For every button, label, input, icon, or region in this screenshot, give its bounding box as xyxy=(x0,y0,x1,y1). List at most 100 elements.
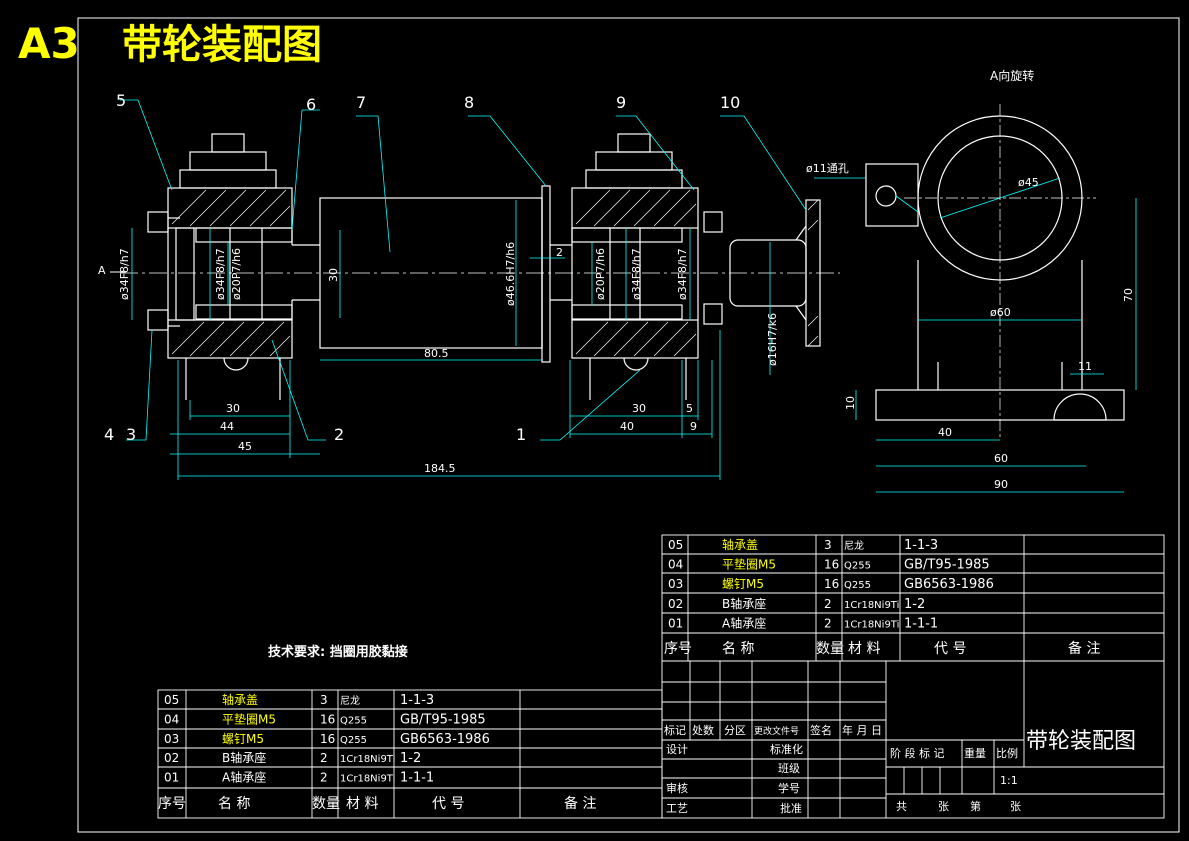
bom-table-left: 05 轴承盖 3 尼龙 1-1-3 04 平垫圈M5 16 Q255 GB/T95-1985 03 螺… xyxy=(157,689,663,819)
balloon-10: 10 xyxy=(720,93,740,112)
balloon-3: 3 xyxy=(126,425,136,444)
balloon-4: 4 xyxy=(104,425,114,444)
bom-l-header-note: 备 注 xyxy=(564,795,596,812)
bom-r-header-name: 名 称 xyxy=(722,641,754,657)
drawing-sheet: A3 带轮装配图 A向旋转 A 1 2 3 4 5 6 7 8 9 10 ø34… xyxy=(18,17,1180,833)
tb-process: 工艺 xyxy=(666,802,688,815)
bom-table-right: 05 轴承盖 3 尼龙 1-1-3 04 平垫圈M5 16 Q255 GB/T95-1985 03 螺… xyxy=(661,534,1165,662)
tb-count: 处数 xyxy=(692,724,714,737)
tb-approve: 批准 xyxy=(780,801,802,815)
tb-drawing-name: 带轮装配图 xyxy=(1026,729,1136,754)
dim-80-5: 80.5 xyxy=(424,347,449,360)
dim-184-5: 184.5 xyxy=(424,462,456,475)
dim-45: 45 xyxy=(238,440,252,453)
bom-l-row-3-qty: 2 xyxy=(320,751,328,765)
dim-40-right: 40 xyxy=(620,420,634,433)
dim-d20p7-right: ø20P7/h6 xyxy=(594,248,607,300)
bom-l-row-3-code: 1-2 xyxy=(400,751,421,766)
tb-standard: 标准化 xyxy=(770,742,803,756)
tb-class: 班级 xyxy=(778,762,800,775)
bom-r-row-4-qty: 2 xyxy=(824,616,832,630)
tb-sign: 签名 xyxy=(810,723,832,737)
tb-weight: 重量 xyxy=(964,746,986,760)
balloon-9: 9 xyxy=(616,93,626,112)
bom-r-row-3-no: 02 xyxy=(668,597,683,611)
bom-l-row-1-material: Q255 xyxy=(340,715,367,726)
dim-44: 44 xyxy=(220,420,234,433)
bom-l-header-name: 名 称 xyxy=(218,796,250,812)
bom-r-row-1-no: 04 xyxy=(668,558,683,572)
sheet-title: 带轮装配图 xyxy=(122,22,322,68)
tech-requirement: 技术要求: 挡圈用胶黏接 xyxy=(268,644,408,660)
bom-l-row-2-no: 03 xyxy=(164,732,179,746)
bom-r-row-4-name: A轴承座 xyxy=(722,615,766,630)
tb-ratio-value: 1:1 xyxy=(1000,774,1018,787)
side-view-dims xyxy=(814,177,1137,493)
dim-d60: ø60 xyxy=(990,306,1011,319)
bom-r-header-material: 材 料 xyxy=(848,641,880,657)
dim-60-side: 60 xyxy=(994,452,1008,465)
tb-ratio: 比例 xyxy=(996,746,1018,760)
bom-l-row-4-code: 1-1-1 xyxy=(400,771,434,786)
dim-d34f8-outer: ø34F8/h7 xyxy=(676,248,689,300)
dim-30-left: 30 xyxy=(226,402,240,415)
bom-l-header-qty: 数量 xyxy=(312,796,340,812)
bom-r-row-3-code: 1-2 xyxy=(904,597,925,612)
balloon-6: 6 xyxy=(306,95,316,114)
bom-r-row-4-no: 01 xyxy=(668,616,683,630)
tb-stage-label: 阶 段 标 记 xyxy=(890,746,945,760)
bom-r-header-note: 备 注 xyxy=(1068,640,1100,657)
tb-design: 设计 xyxy=(666,743,688,756)
dim-9: 9 xyxy=(690,420,697,433)
bom-l-row-4-material: 1Cr18Ni9Ti xyxy=(340,774,395,785)
dim-30-right: 30 xyxy=(632,402,646,415)
bom-l-row-2-qty: 16 xyxy=(320,732,335,746)
bom-l-row-2-code: GB6563-1986 xyxy=(400,732,490,747)
sheet-size-label: A3 xyxy=(18,19,80,68)
balloon-7: 7 xyxy=(356,93,366,112)
bom-l-row-3-name: B轴承座 xyxy=(222,750,266,765)
dim-30-shaft: 30 xyxy=(327,268,340,282)
tb-total-sheets: 共 xyxy=(896,800,907,813)
bom-r-row-2-code: GB6563-1986 xyxy=(904,577,994,592)
dim-d466: ø46.6H7/h6 xyxy=(504,242,517,306)
dim-d34f8-left: ø34F8/h7 xyxy=(118,248,131,300)
bom-r-row-3-material: 1Cr18Ni9Ti xyxy=(844,600,899,611)
dim-hole11: ø11通孔 xyxy=(806,162,849,175)
dim-10: 10 xyxy=(844,396,857,410)
bom-l-header-code: 代 号 xyxy=(432,796,464,812)
bom-l-row-4-qty: 2 xyxy=(320,771,328,785)
bom-r-header-code: 代 号 xyxy=(934,641,966,657)
dim-5: 5 xyxy=(686,402,693,415)
dim-70: 70 xyxy=(1122,288,1135,302)
dim-40-side: 40 xyxy=(938,426,952,439)
bom-l-row-3-material: 1Cr18Ni9Ti xyxy=(340,754,395,765)
dim-d34f8-inner: ø34F8/h7 xyxy=(214,248,227,300)
bom-l-row-1-name: 平垫圈M5 xyxy=(222,711,276,726)
bom-r-header-qty: 数量 xyxy=(816,641,844,657)
bom-r-row-0-qty: 3 xyxy=(824,538,832,552)
bom-r-header-no: 序号 xyxy=(664,641,692,657)
dim-d34f8-right: ø34F8/h7 xyxy=(630,248,643,300)
bom-r-row-2-material: Q255 xyxy=(844,580,871,591)
tb-mark: 标记 xyxy=(664,723,686,737)
view-label: A向旋转 xyxy=(990,68,1034,83)
bom-l-row-4-name: A轴承座 xyxy=(222,770,266,785)
bom-l-row-3-no: 02 xyxy=(164,751,179,765)
bom-r-row-1-name: 平垫圈M5 xyxy=(722,557,776,572)
balloon-2: 2 xyxy=(334,425,344,444)
balloon-8: 8 xyxy=(464,93,474,112)
tb-sheets-unit-1: 张 xyxy=(938,800,949,813)
bom-l-row-2-name: 螺钉M5 xyxy=(222,732,264,746)
bom-r-row-2-qty: 16 xyxy=(824,577,839,591)
bom-r-row-2-no: 03 xyxy=(668,577,683,591)
bom-r-row-1-material: Q255 xyxy=(844,561,871,572)
bom-l-row-0-code: 1-1-3 xyxy=(400,693,434,708)
bom-l-row-4-no: 01 xyxy=(164,771,179,785)
bom-l-header-material: 材 料 xyxy=(346,796,378,812)
title-block: 标记 处数 分区 更改文件号 签名 年 月 日 设计 标准化 班级 审核 学号 … xyxy=(661,660,1165,819)
bom-l-row-0-material: 尼龙 xyxy=(340,694,360,707)
tb-date: 年 月 日 xyxy=(842,723,882,737)
bom-r-row-0-material: 尼龙 xyxy=(844,539,864,552)
dim-d16h7: ø16H7/k6 xyxy=(766,313,779,366)
